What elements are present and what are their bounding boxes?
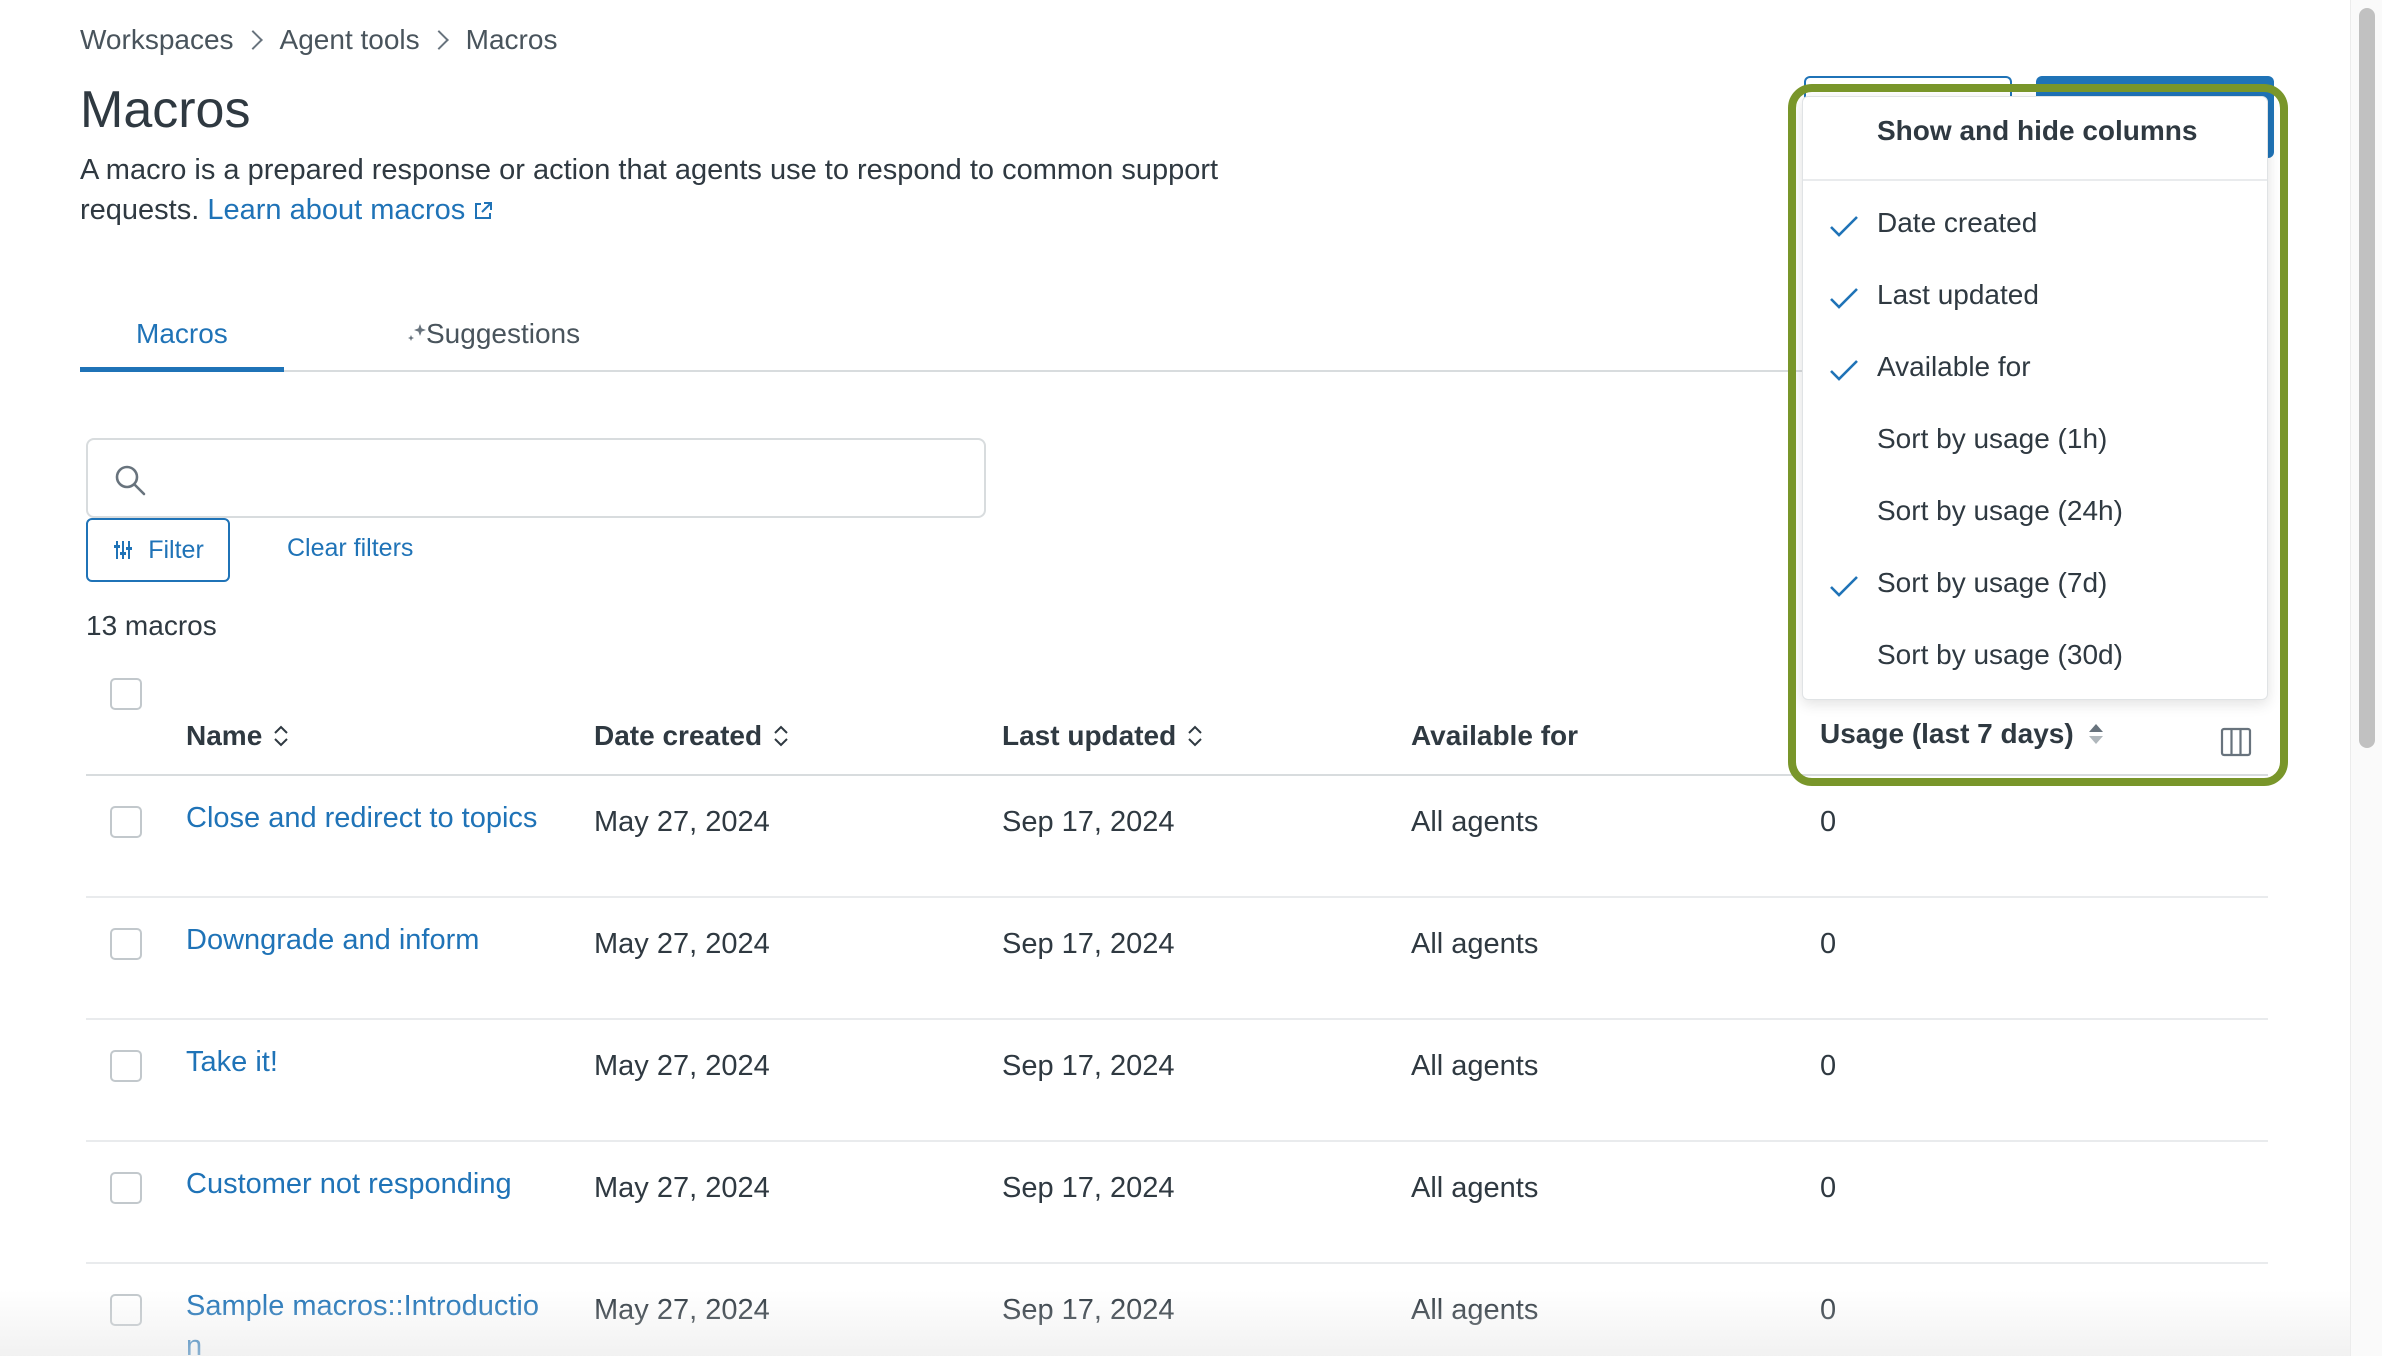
available-for-cell: All agents xyxy=(1411,806,1539,838)
row-checkbox[interactable] xyxy=(110,806,142,838)
sort-icon xyxy=(274,725,288,747)
chevron-right-icon xyxy=(428,30,449,50)
macro-name-link[interactable]: Close and redirect to topics xyxy=(186,798,556,838)
column-header-date-created[interactable]: Date created xyxy=(594,720,790,752)
last-updated-cell: Sep 17, 2024 xyxy=(1002,1050,1175,1082)
last-updated-cell: Sep 17, 2024 xyxy=(1002,1294,1175,1326)
column-header-available-for: Available for xyxy=(1411,720,1579,751)
breadcrumb-workspaces[interactable]: Workspaces xyxy=(80,24,234,56)
macro-name-link[interactable]: Customer not responding xyxy=(186,1164,556,1204)
available-for-cell: All agents xyxy=(1411,1050,1539,1082)
filter-label: Filter xyxy=(148,535,204,564)
table-row: Take it! May 27, 2024 Sep 17, 2024 All a… xyxy=(86,1020,2268,1142)
table-row: Downgrade and inform May 27, 2024 Sep 17… xyxy=(86,898,2268,1020)
table-row: Close and redirect to topics May 27, 202… xyxy=(86,776,2268,898)
column-header-last-updated[interactable]: Last updated xyxy=(1002,720,1204,752)
row-checkbox[interactable] xyxy=(110,928,142,960)
page: Workspaces Agent tools Macros Macros A m… xyxy=(0,0,2382,1356)
breadcrumb-macros: Macros xyxy=(465,24,558,55)
date-created-cell: May 27, 2024 xyxy=(594,1172,770,1204)
sort-icon xyxy=(774,725,788,747)
available-for-cell: All agents xyxy=(1411,1294,1539,1326)
row-checkbox[interactable] xyxy=(110,1294,142,1326)
last-updated-cell: Sep 17, 2024 xyxy=(1002,806,1175,838)
table-row: Sample macros::Introductio n May 27, 202… xyxy=(86,1264,2268,1356)
macro-name-link[interactable]: Take it! xyxy=(186,1042,556,1082)
usage-cell: 0 xyxy=(1820,928,1837,960)
highlight-outline xyxy=(1788,84,2288,786)
learn-about-macros-link[interactable]: Learn about macros xyxy=(207,194,493,226)
scrollbar[interactable] xyxy=(2350,0,2382,1356)
macro-name-link[interactable]: Downgrade and inform xyxy=(186,920,556,960)
chevron-right-icon xyxy=(242,30,263,50)
row-checkbox[interactable] xyxy=(110,1172,142,1204)
sort-icon xyxy=(1188,725,1202,747)
tab-suggestions-label: Suggestions xyxy=(426,318,581,349)
usage-cell: 0 xyxy=(1820,1050,1837,1082)
row-checkbox[interactable] xyxy=(110,1050,142,1082)
usage-cell: 0 xyxy=(1820,1172,1837,1204)
sparkle-icon xyxy=(408,324,426,341)
last-updated-cell: Sep 17, 2024 xyxy=(1002,1172,1175,1204)
search-input[interactable] xyxy=(168,450,968,506)
date-created-cell: May 27, 2024 xyxy=(594,1294,770,1326)
available-for-cell: All agents xyxy=(1411,1172,1539,1204)
last-updated-cell: Sep 17, 2024 xyxy=(1002,928,1175,960)
filter-icon xyxy=(114,541,133,559)
filter-button[interactable]: Filter xyxy=(86,518,230,582)
search-icon xyxy=(115,465,146,496)
search-box xyxy=(86,438,986,518)
date-created-cell: May 27, 2024 xyxy=(594,928,770,960)
tab-suggestions[interactable]: Suggestions xyxy=(346,316,636,372)
breadcrumb-agent-tools[interactable]: Agent tools xyxy=(280,24,420,56)
usage-cell: 0 xyxy=(1820,1294,1837,1326)
date-created-cell: May 27, 2024 xyxy=(594,1050,770,1082)
clear-filters-link[interactable]: Clear filters xyxy=(287,534,413,563)
page-description: A macro is a prepared response or action… xyxy=(80,150,1220,230)
external-link-icon xyxy=(475,202,493,219)
tab-macros[interactable]: Macros xyxy=(80,316,284,372)
column-header-name[interactable]: Name xyxy=(186,720,290,752)
date-created-cell: May 27, 2024 xyxy=(594,806,770,838)
macro-name-link[interactable]: Sample macros::Introductio n xyxy=(186,1286,556,1356)
table-row: Customer not responding May 27, 2024 Sep… xyxy=(86,1142,2268,1264)
select-all-checkbox[interactable] xyxy=(110,678,142,710)
breadcrumb: Workspaces Agent tools Macros xyxy=(80,24,557,56)
page-title: Macros xyxy=(80,81,251,139)
usage-cell: 0 xyxy=(1820,806,1837,838)
macro-count: 13 macros xyxy=(86,610,217,641)
available-for-cell: All agents xyxy=(1411,928,1539,960)
scroll-thumb[interactable] xyxy=(2359,8,2375,748)
